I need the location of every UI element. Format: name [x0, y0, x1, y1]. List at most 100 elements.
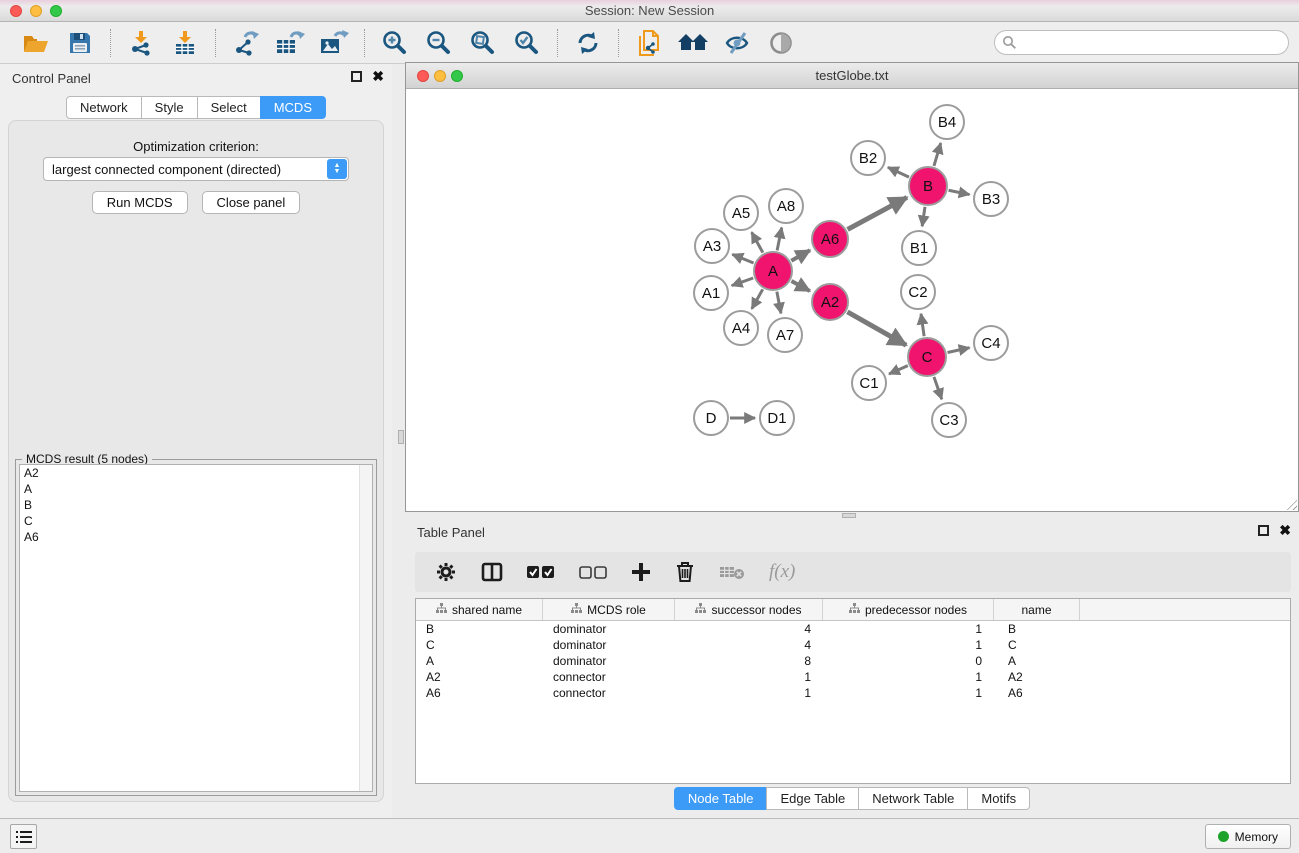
- tab-mcds[interactable]: MCDS: [260, 96, 326, 119]
- network-canvas[interactable]: AA1A2A3A4A5A6A7A8BB1B2B3B4CC1C2C3C4DD1: [406, 89, 1298, 511]
- tab-network[interactable]: Network: [66, 96, 142, 119]
- refresh-icon[interactable]: [570, 27, 606, 59]
- table-cell[interactable]: C: [994, 637, 1080, 653]
- close-table-panel-icon[interactable]: ✖: [1279, 525, 1291, 536]
- export-image-icon[interactable]: [316, 27, 352, 59]
- graph-node-B[interactable]: B: [909, 167, 947, 205]
- graph-edge-A-A7[interactable]: [777, 292, 781, 314]
- mcds-result-item[interactable]: A6: [20, 529, 372, 545]
- graph-node-C2[interactable]: C2: [901, 275, 935, 309]
- column-header-successor-nodes[interactable]: successor nodes: [675, 599, 823, 620]
- graph-node-C1[interactable]: C1: [852, 366, 886, 400]
- table-cell[interactable]: dominator: [543, 653, 675, 669]
- graph-node-D1[interactable]: D1: [760, 401, 794, 435]
- clone-network-icon[interactable]: [631, 27, 667, 59]
- graph-node-A2[interactable]: A2: [812, 284, 848, 320]
- graph-node-A3[interactable]: A3: [695, 229, 729, 263]
- table-cell[interactable]: A2: [994, 669, 1080, 685]
- column-header-mcds-role[interactable]: MCDS role: [543, 599, 675, 620]
- table-cell[interactable]: 1: [675, 685, 823, 701]
- task-history-button[interactable]: [10, 824, 37, 849]
- table-cell[interactable]: 4: [675, 637, 823, 653]
- table-cell[interactable]: connector: [543, 685, 675, 701]
- float-panel-icon[interactable]: [351, 71, 362, 82]
- add-column-icon[interactable]: [631, 562, 651, 582]
- graph-node-B2[interactable]: B2: [851, 141, 885, 175]
- memory-button[interactable]: Memory: [1205, 824, 1291, 849]
- show-graphics-details-icon[interactable]: [763, 27, 799, 59]
- graph-edge-A-A4[interactable]: [752, 289, 763, 309]
- unselect-all-columns-icon[interactable]: [579, 566, 607, 579]
- graph-edge-A2-C[interactable]: [847, 312, 906, 345]
- import-table-icon[interactable]: [167, 27, 203, 59]
- graph-node-A6[interactable]: A6: [812, 221, 848, 257]
- mcds-result-item[interactable]: C: [20, 513, 372, 529]
- graph-node-A4[interactable]: A4: [724, 311, 758, 345]
- graph-edge-A-A5[interactable]: [752, 232, 763, 252]
- export-table-icon[interactable]: [272, 27, 308, 59]
- graph-node-A5[interactable]: A5: [724, 196, 758, 230]
- table-cell[interactable]: A6: [416, 685, 543, 701]
- graph-node-C3[interactable]: C3: [932, 403, 966, 437]
- table-cell[interactable]: 1: [823, 669, 994, 685]
- tab-motifs[interactable]: Motifs: [967, 787, 1030, 810]
- tab-select[interactable]: Select: [197, 96, 261, 119]
- table-row[interactable]: A2connector11A2: [416, 669, 1290, 685]
- graph-edge-A-A2[interactable]: [791, 281, 809, 291]
- graph-edge-A-A3[interactable]: [732, 254, 753, 263]
- table-cell[interactable]: 1: [823, 637, 994, 653]
- graph-edge-A-A8[interactable]: [777, 228, 782, 251]
- network-minimize-button[interactable]: [434, 70, 446, 82]
- graph-edge-B-B4[interactable]: [934, 143, 941, 166]
- table-cell[interactable]: A6: [994, 685, 1080, 701]
- table-cell[interactable]: dominator: [543, 621, 675, 637]
- graph-edge-B-B3[interactable]: [949, 190, 970, 194]
- optimization-criterion-select[interactable]: largest connected component (directed) ▲…: [43, 157, 349, 181]
- table-cell[interactable]: 0: [823, 653, 994, 669]
- mcds-result-item[interactable]: B: [20, 497, 372, 513]
- graph-edge-A-A6[interactable]: [791, 250, 810, 260]
- float-table-panel-icon[interactable]: [1258, 525, 1269, 536]
- run-mcds-button[interactable]: Run MCDS: [92, 191, 188, 214]
- tab-style[interactable]: Style: [141, 96, 198, 119]
- mcds-result-item[interactable]: A: [20, 481, 372, 497]
- column-header-predecessor-nodes[interactable]: predecessor nodes: [823, 599, 994, 620]
- table-cell[interactable]: 1: [823, 621, 994, 637]
- graph-node-C[interactable]: C: [908, 338, 946, 376]
- export-network-icon[interactable]: [228, 27, 264, 59]
- graph-node-A[interactable]: A: [754, 252, 792, 290]
- close-panel-button[interactable]: Close panel: [202, 191, 301, 214]
- table-cell[interactable]: 8: [675, 653, 823, 669]
- network-close-button[interactable]: [417, 70, 429, 82]
- table-cell[interactable]: A: [994, 653, 1080, 669]
- network-graph[interactable]: AA1A2A3A4A5A6A7A8BB1B2B3B4CC1C2C3C4DD1: [406, 89, 1298, 511]
- zoom-selected-icon[interactable]: [509, 27, 545, 59]
- graph-edge-A-A1[interactable]: [732, 278, 753, 286]
- split-view-icon[interactable]: [481, 562, 503, 582]
- table-row[interactable]: Adominator80A: [416, 653, 1290, 669]
- table-cell[interactable]: 1: [675, 669, 823, 685]
- table-cell[interactable]: connector: [543, 669, 675, 685]
- table-cell[interactable]: 1: [823, 685, 994, 701]
- graph-node-B1[interactable]: B1: [902, 231, 936, 265]
- network-window-titlebar[interactable]: testGlobe.txt: [406, 63, 1298, 89]
- zoom-out-icon[interactable]: [421, 27, 457, 59]
- graph-edge-B-B2[interactable]: [888, 167, 909, 177]
- search-input[interactable]: [994, 30, 1289, 55]
- open-cybrowser-icon[interactable]: [675, 27, 711, 59]
- mcds-result-item[interactable]: A2: [20, 465, 372, 481]
- table-settings-icon[interactable]: [435, 561, 457, 583]
- table-cell[interactable]: C: [416, 637, 543, 653]
- table-row[interactable]: A6connector11A6: [416, 685, 1290, 701]
- graph-node-B4[interactable]: B4: [930, 105, 964, 139]
- graph-edge-C-C2[interactable]: [921, 314, 924, 336]
- table-cell[interactable]: B: [416, 621, 543, 637]
- zoom-fit-icon[interactable]: [465, 27, 501, 59]
- close-window-button[interactable]: [10, 5, 22, 17]
- tab-network-table[interactable]: Network Table: [858, 787, 968, 810]
- column-header-shared-name[interactable]: shared name: [416, 599, 543, 620]
- column-header-name[interactable]: name: [994, 599, 1080, 620]
- select-all-columns-icon[interactable]: [527, 566, 555, 579]
- table-cell[interactable]: dominator: [543, 637, 675, 653]
- graph-node-B3[interactable]: B3: [974, 182, 1008, 216]
